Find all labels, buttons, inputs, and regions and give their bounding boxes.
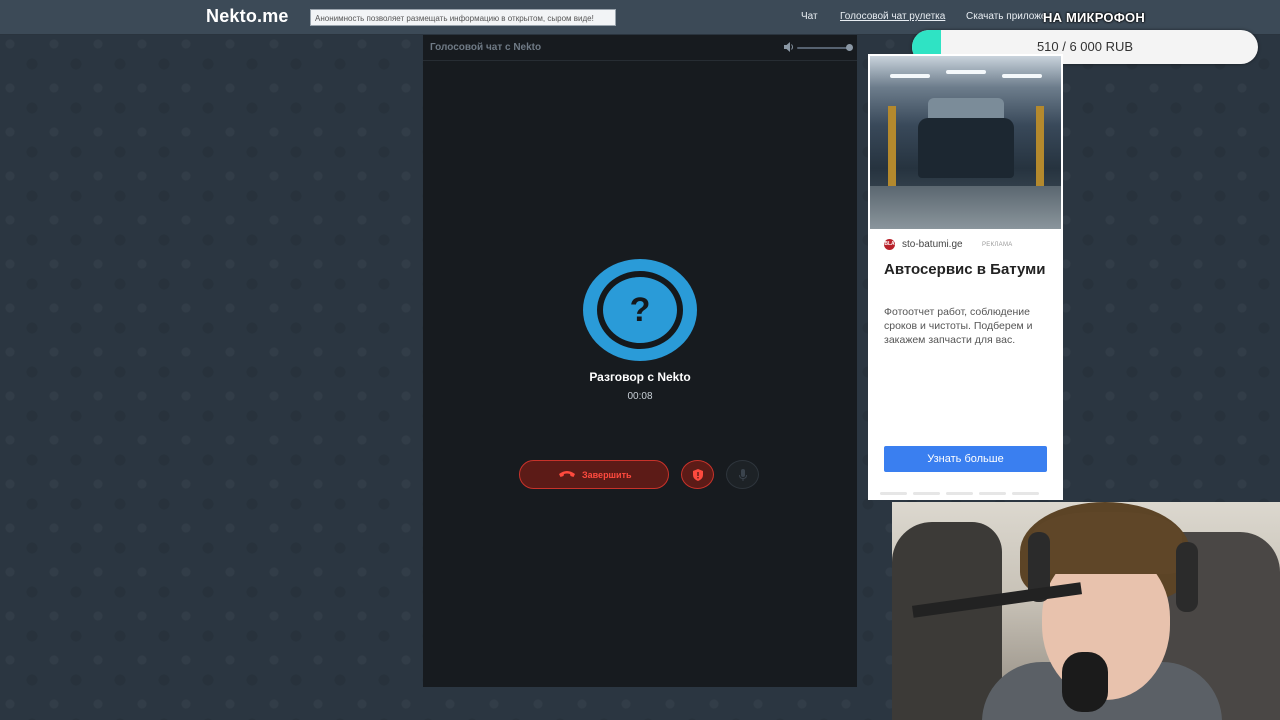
advertisement-block[interactable]: BLA sto-batumi.ge РЕКЛАМА Автосервис в Б… [868, 54, 1063, 500]
webcam-overlay [892, 502, 1280, 720]
webcam-chair [892, 522, 1002, 720]
microphone-icon [739, 469, 747, 481]
shield-icon [693, 469, 703, 481]
webcam-person-bangs [1032, 512, 1182, 574]
panel-title: Голосовой чат с Nekto [430, 42, 542, 53]
ad-carousel-indicator [880, 492, 1051, 495]
ad-learn-more-button[interactable]: Узнать больше [884, 446, 1047, 472]
end-call-button[interactable]: Завершить [519, 460, 669, 489]
mute-microphone-button[interactable] [726, 460, 759, 489]
report-button[interactable] [681, 460, 714, 489]
peer-avatar: ? [583, 259, 697, 361]
nav-link-chat[interactable]: Чат [801, 11, 818, 22]
ad-title[interactable]: Автосервис в Батуми [884, 260, 1054, 279]
donation-title: НА МИКРОФОН [1043, 10, 1145, 25]
site-logo[interactable]: Nekto.me [206, 6, 289, 27]
ad-image-car-garage[interactable] [870, 56, 1061, 229]
info-marquee: Анонимность позволяет размещать информац… [310, 9, 616, 26]
ad-carousel-dot [1012, 492, 1039, 495]
ad-favicon: BLA [884, 239, 895, 250]
ad-carousel-dot [913, 492, 940, 495]
volume-slider-handle[interactable] [846, 44, 853, 51]
ad-carousel-dot [946, 492, 973, 495]
question-mark-icon: ? [629, 291, 651, 329]
phone-hangup-icon [559, 471, 575, 477]
speaker-icon[interactable] [783, 41, 795, 53]
call-timer: 00:08 [627, 391, 653, 402]
studio-microphone [1062, 652, 1108, 712]
volume-slider[interactable] [797, 47, 851, 49]
ad-image-floor [870, 186, 1061, 229]
nav-link-voice-roulette[interactable]: Голосовой чат рулетка [840, 11, 945, 22]
ad-carousel-dot [880, 492, 907, 495]
ad-label: РЕКЛАМА [982, 242, 1013, 248]
ad-domain[interactable]: sto-batumi.ge [902, 239, 963, 250]
ad-image-light [890, 74, 930, 78]
panel-header: Голосовой чат с Nekto [423, 35, 857, 61]
nav-link-download-app[interactable]: Скачать приложение [966, 11, 1044, 22]
avatar-ring: ? [597, 271, 683, 349]
end-call-label: Завершить [582, 470, 632, 480]
ad-image-light [1002, 74, 1042, 78]
ad-image-lift-post [1036, 106, 1044, 186]
headset-right-icon [1176, 542, 1198, 612]
ad-description: Фотоотчет работ, соблюдение сроков и чис… [884, 306, 1033, 346]
ad-image-light [946, 70, 986, 74]
ad-image-lift-post [888, 106, 896, 186]
ad-image-car [918, 118, 1014, 178]
voice-chat-panel: Голосовой чат с Nekto ? Разговор с Nekto… [423, 35, 857, 687]
conversation-title: Разговор с Nekto [589, 370, 691, 384]
ad-carousel-dot [979, 492, 1006, 495]
